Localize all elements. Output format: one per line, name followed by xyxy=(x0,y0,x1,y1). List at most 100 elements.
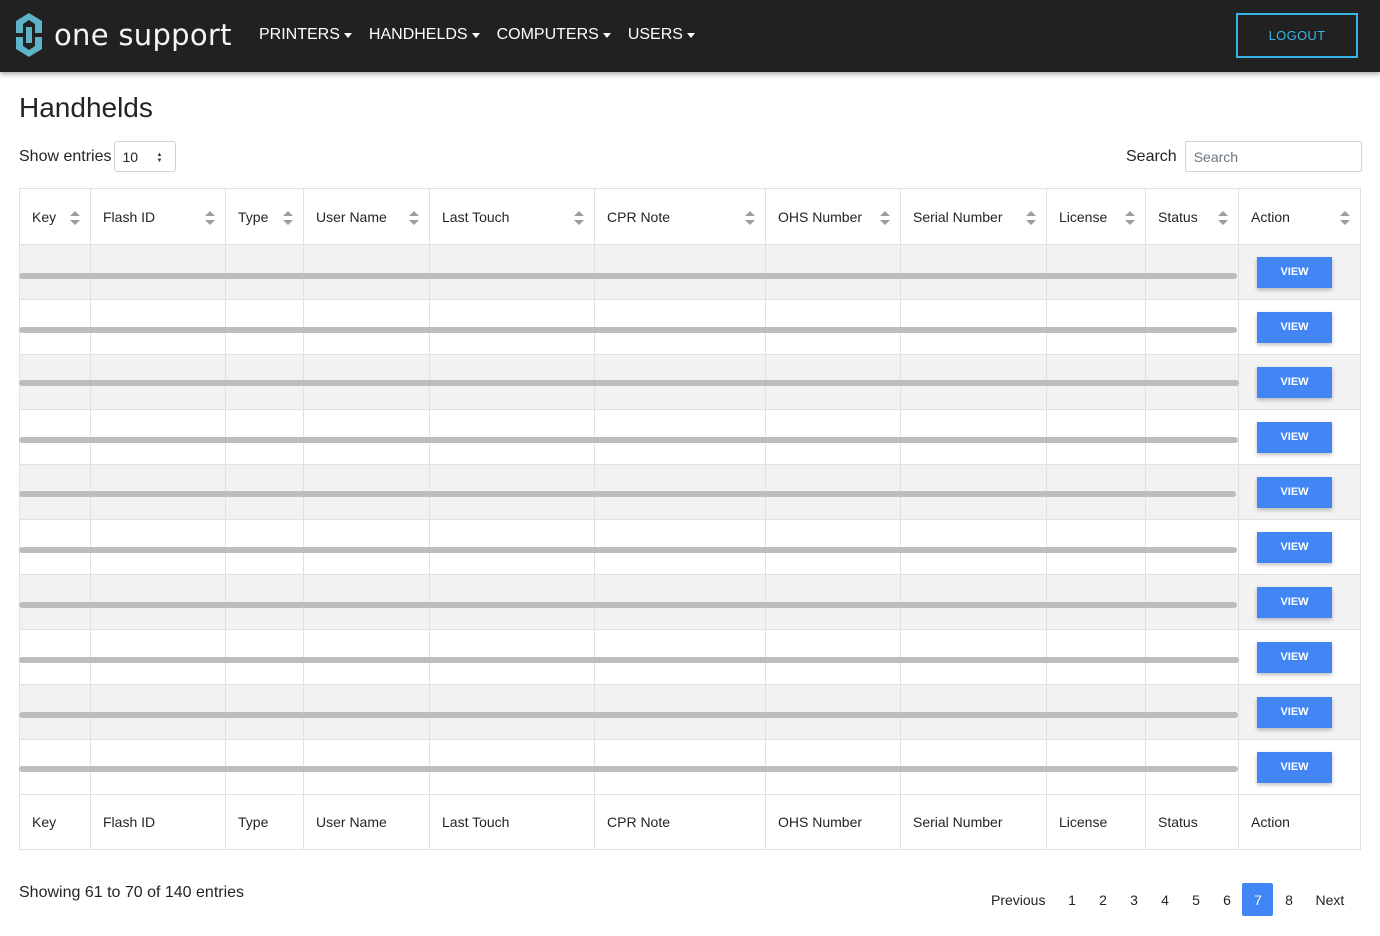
column-header[interactable]: CPR Note xyxy=(594,188,766,245)
page-button[interactable]: 5 xyxy=(1180,883,1211,916)
table-cell xyxy=(19,684,91,740)
action-cell: VIEW xyxy=(1238,409,1361,465)
table-cell xyxy=(765,464,901,520)
table-cell xyxy=(19,739,91,795)
table-cell xyxy=(429,354,595,410)
entries-per-page-select[interactable]: 10 ▲ ▼ xyxy=(113,141,176,172)
search-control: Search xyxy=(1126,141,1362,172)
sort-icon xyxy=(745,211,755,225)
sort-icon xyxy=(1218,211,1228,225)
show-entries-control: Show entries 10 ▲ ▼ xyxy=(19,141,176,172)
column-header[interactable]: License xyxy=(1046,188,1146,245)
view-button[interactable]: VIEW xyxy=(1257,256,1332,288)
action-cell: VIEW xyxy=(1238,574,1361,630)
brand[interactable]: one support xyxy=(16,13,232,57)
column-footer-label: Flash ID xyxy=(103,814,156,830)
page-button[interactable]: 2 xyxy=(1087,883,1118,916)
select-updown-icon: ▲ ▼ xyxy=(156,152,163,164)
nav-handhelds-dropdown[interactable]: HANDHELDS xyxy=(369,24,480,46)
table-row: VIEW xyxy=(19,299,1361,355)
table-cell xyxy=(900,244,1047,300)
main-nav: PRINTERS HANDHELDS COMPUTERS USERS xyxy=(259,24,712,46)
next-page-button[interactable]: Next xyxy=(1304,883,1355,916)
table-cell xyxy=(19,409,91,465)
table-cell xyxy=(765,519,901,575)
table-cell xyxy=(19,574,91,630)
column-header-label: Flash ID xyxy=(103,208,156,225)
table-cell xyxy=(765,354,901,410)
view-button[interactable]: VIEW xyxy=(1257,751,1332,783)
table-cell xyxy=(1046,299,1146,355)
top-navbar: one support PRINTERS HANDHELDS COMPUTERS… xyxy=(0,0,1380,72)
column-header[interactable]: Type xyxy=(225,188,304,245)
column-header-label: OHS Number xyxy=(778,208,863,225)
view-button[interactable]: VIEW xyxy=(1257,531,1332,563)
table-cell xyxy=(900,574,1047,630)
column-header[interactable]: Key xyxy=(19,188,91,245)
table-cell xyxy=(429,244,595,300)
column-header[interactable]: Serial Number xyxy=(900,188,1047,245)
page-button[interactable]: 3 xyxy=(1118,883,1149,916)
table-row: VIEW xyxy=(19,574,1361,630)
nav-computers-dropdown[interactable]: COMPUTERS xyxy=(497,24,611,46)
table-cell xyxy=(900,354,1047,410)
entries-value: 10 xyxy=(122,148,139,165)
table-cell xyxy=(429,299,595,355)
sort-icon xyxy=(1125,211,1135,225)
page-button[interactable]: 8 xyxy=(1273,883,1304,916)
table-cell xyxy=(225,244,304,300)
logout-button[interactable]: LOGOUT xyxy=(1236,13,1358,58)
table-cell xyxy=(225,464,304,520)
table-cell xyxy=(303,299,430,355)
nav-label: HANDHELDS xyxy=(368,26,468,43)
table-cell xyxy=(765,684,901,740)
column-footer: User Name xyxy=(303,794,430,850)
table-cell xyxy=(90,409,226,465)
table-cell xyxy=(900,684,1047,740)
show-entries-label: Show entries xyxy=(19,147,112,165)
column-header[interactable]: User Name xyxy=(303,188,430,245)
column-header[interactable]: Flash ID xyxy=(90,188,226,245)
column-header[interactable]: Last Touch xyxy=(429,188,595,245)
table-cell xyxy=(303,464,430,520)
column-header[interactable]: Status xyxy=(1145,188,1239,245)
column-footer: CPR Note xyxy=(594,794,766,850)
view-button[interactable]: VIEW xyxy=(1257,476,1332,508)
view-button[interactable]: VIEW xyxy=(1257,696,1332,728)
view-button[interactable]: VIEW xyxy=(1257,366,1332,398)
column-header-label: License xyxy=(1059,208,1108,225)
sort-icon xyxy=(574,211,584,225)
search-input[interactable] xyxy=(1184,141,1362,172)
page-button[interactable]: 4 xyxy=(1149,883,1180,916)
table-cell xyxy=(1145,409,1239,465)
column-footer: Serial Number xyxy=(900,794,1047,850)
table-cell xyxy=(90,299,226,355)
column-header[interactable]: Action xyxy=(1238,188,1361,245)
page-button[interactable]: 7 xyxy=(1242,883,1274,916)
nav-users-dropdown[interactable]: USERS xyxy=(628,24,695,46)
view-button[interactable]: VIEW xyxy=(1257,311,1332,343)
table-cell xyxy=(1145,464,1239,520)
view-button[interactable]: VIEW xyxy=(1257,586,1332,618)
view-button[interactable]: VIEW xyxy=(1257,641,1332,673)
column-header-label: User Name xyxy=(316,208,387,225)
page-title: Handhelds xyxy=(19,92,153,123)
table-cell xyxy=(1046,574,1146,630)
table-cell xyxy=(303,629,430,685)
column-footer: Flash ID xyxy=(90,794,226,850)
table-cell xyxy=(1145,629,1239,685)
previous-page-button[interactable]: Previous xyxy=(980,883,1056,916)
nav-printers-dropdown[interactable]: PRINTERS xyxy=(259,24,352,46)
view-button[interactable]: VIEW xyxy=(1257,421,1332,453)
table-cell xyxy=(429,464,595,520)
page-button[interactable]: 6 xyxy=(1211,883,1242,916)
table-cell xyxy=(900,299,1047,355)
action-cell: VIEW xyxy=(1238,519,1361,575)
column-footer: Key xyxy=(19,794,91,850)
table-row: VIEW xyxy=(19,354,1361,410)
pagination: Previous 1 2 3 4 5 6 7 8 Next xyxy=(980,883,1355,916)
column-header[interactable]: OHS Number xyxy=(765,188,901,245)
page-button[interactable]: 1 xyxy=(1056,883,1087,916)
table-cell xyxy=(225,739,304,795)
table-cell xyxy=(900,519,1047,575)
